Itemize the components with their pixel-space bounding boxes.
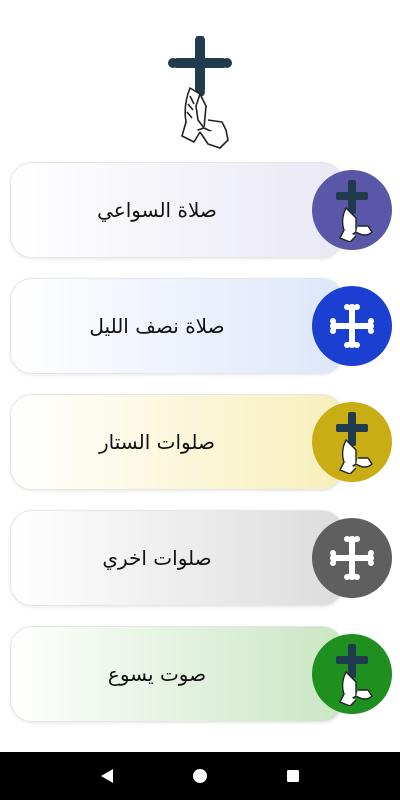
coptic-cross-icon (312, 286, 392, 366)
menu-card-label: صوت يسوع (107, 662, 207, 686)
menu-card-label: صلاة نصف الليل (89, 314, 225, 338)
menu-card-label: صلوات الستار (99, 430, 215, 454)
cross-praying-hands-icon (312, 402, 392, 482)
menu-card-1[interactable]: صلاة السواعي (10, 162, 344, 258)
back-icon[interactable] (87, 756, 127, 796)
recents-icon[interactable] (273, 756, 313, 796)
menu-card-2[interactable]: صلاة نصف الليل (10, 278, 344, 374)
coptic-cross-icon (312, 518, 392, 598)
menu-card-label: صلوات اخري (102, 546, 212, 570)
menu-card-4[interactable]: صلوات اخري (10, 510, 344, 606)
menu-card-label: صلاة السواعي (97, 198, 217, 222)
home-icon[interactable] (180, 756, 220, 796)
cross-praying-hands-icon (312, 170, 392, 250)
cross-praying-hands-icon (312, 634, 392, 714)
navigation-bar (0, 752, 400, 800)
menu-card-3[interactable]: صلوات الستار (10, 394, 344, 490)
cross-praying-hands-logo-icon (160, 35, 240, 154)
menu-card-5[interactable]: صوت يسوع (10, 626, 344, 722)
